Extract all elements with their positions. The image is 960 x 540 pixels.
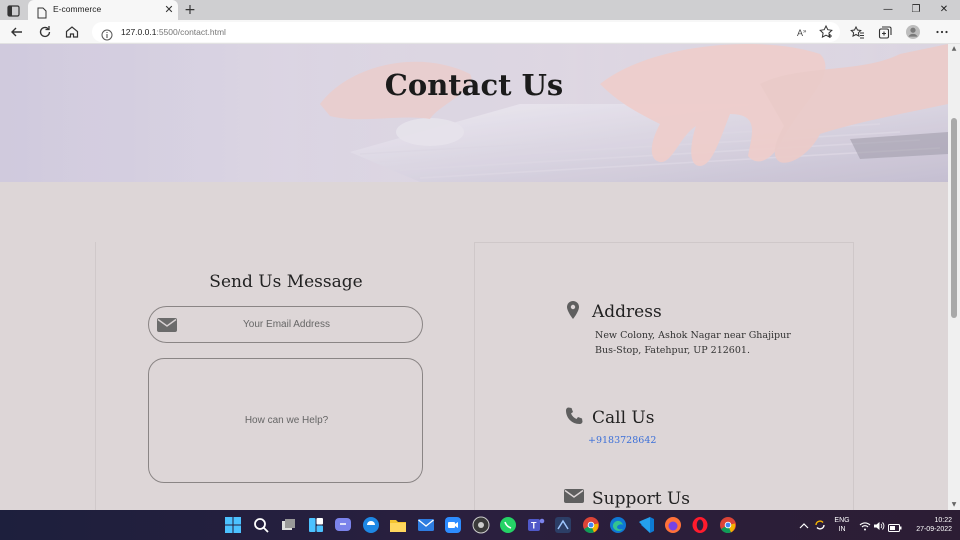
chrome-icon[interactable] xyxy=(582,516,600,534)
read-aloud-icon[interactable]: A» xyxy=(795,24,811,40)
back-icon[interactable] xyxy=(9,24,25,40)
start-icon[interactable] xyxy=(224,516,242,534)
edge-icon[interactable] xyxy=(609,516,627,534)
chrome-icon-2[interactable] xyxy=(719,516,737,534)
restore-button[interactable]: ❐ xyxy=(906,2,926,18)
hero-banner: Contact Us xyxy=(0,44,948,182)
tab-title: E-commerce xyxy=(53,4,102,14)
region-code: IN xyxy=(838,526,846,533)
battery-icon[interactable] xyxy=(888,520,902,532)
zoom-icon[interactable] xyxy=(444,516,462,534)
form-title: Send Us Message xyxy=(209,272,363,292)
new-tab-icon[interactable]: + xyxy=(183,2,197,18)
widgets-icon[interactable] xyxy=(307,516,325,534)
address-line-2: Bus-Stop, Fatehpur, UP 212601. xyxy=(595,345,750,356)
mail-icon[interactable] xyxy=(417,516,435,534)
more-menu-icon[interactable] xyxy=(934,24,950,40)
envelope-icon xyxy=(564,488,584,508)
language-code: ENG xyxy=(834,517,850,524)
address-line-1: New Colony, Ashok Nagar near Ghajipur xyxy=(595,330,791,341)
vscode-icon[interactable] xyxy=(637,516,655,534)
teams-icon[interactable]: T xyxy=(527,516,545,534)
task-view-icon[interactable] xyxy=(280,516,298,534)
contact-section: Send Us Message Your Email Address How c… xyxy=(0,182,948,510)
address-bar[interactable]: 127.0.0.1:5500/contact.html xyxy=(92,22,840,42)
sync-icon[interactable] xyxy=(813,518,827,532)
firefox-icon[interactable] xyxy=(664,516,682,534)
message-placeholder: How can we Help? xyxy=(244,415,329,426)
email-field[interactable]: Your Email Address xyxy=(148,306,423,343)
favorite-add-icon[interactable] xyxy=(818,24,834,40)
svg-text:T: T xyxy=(531,521,537,531)
tab-actions-icon[interactable] xyxy=(6,3,22,17)
window-close-button[interactable]: ✕ xyxy=(934,2,954,18)
phone-link[interactable]: +9183728642 xyxy=(588,435,656,446)
svg-text:»: » xyxy=(803,29,807,35)
browser-tab[interactable]: E-commerce ✕ xyxy=(28,0,178,20)
windows-taskbar: T ENG IN 10:22 27-09-2022 xyxy=(0,510,960,540)
chat-icon[interactable] xyxy=(334,516,352,534)
obs-icon[interactable] xyxy=(472,516,490,534)
favorites-icon[interactable] xyxy=(849,24,865,40)
search-icon[interactable] xyxy=(252,516,270,534)
page-scrollbar[interactable]: ▲ ▼ xyxy=(948,44,960,510)
call-heading: Call Us xyxy=(592,408,655,428)
opera-icon[interactable] xyxy=(691,516,709,534)
chevron-up-icon[interactable] xyxy=(798,519,810,531)
clock-time: 10:22 xyxy=(934,517,952,524)
browser-toolbar: 127.0.0.1:5500/contact.html A» xyxy=(0,20,960,44)
email-placeholder: Your Email Address xyxy=(243,319,330,330)
file-explorer-icon[interactable] xyxy=(389,516,407,534)
profile-avatar-icon[interactable] xyxy=(905,24,921,40)
scroll-up-icon[interactable]: ▲ xyxy=(950,46,958,52)
support-heading: Support Us xyxy=(592,489,691,509)
language-indicator[interactable]: ENG IN xyxy=(830,516,854,540)
refresh-icon[interactable] xyxy=(37,24,53,40)
keyboard-hands-image xyxy=(0,44,948,182)
site-info-icon[interactable] xyxy=(101,26,113,41)
address-text: 127.0.0.1:5500/contact.html xyxy=(121,27,226,37)
wifi-icon[interactable] xyxy=(859,519,871,531)
clock[interactable]: 10:22 27-09-2022 xyxy=(906,516,952,540)
whatsapp-icon[interactable] xyxy=(499,516,517,534)
url-path: :5500/contact.html xyxy=(156,27,226,37)
tab-bar: E-commerce ✕ + — ❐ ✕ xyxy=(0,0,960,20)
url-host: 127.0.0.1 xyxy=(121,27,157,37)
collections-icon[interactable] xyxy=(877,24,893,40)
contact-info-card: Address New Colony, Ashok Nagar near Gha… xyxy=(474,242,854,510)
volume-icon[interactable] xyxy=(873,519,885,531)
message-form: Send Us Message Your Email Address How c… xyxy=(95,242,475,510)
clock-date: 27-09-2022 xyxy=(916,526,952,533)
scroll-thumb[interactable] xyxy=(951,118,957,318)
message-textarea[interactable]: How can we Help? xyxy=(148,358,423,483)
scroll-down-icon[interactable]: ▼ xyxy=(950,502,958,508)
page-icon xyxy=(37,4,47,19)
home-icon[interactable] xyxy=(64,24,80,40)
phone-icon xyxy=(564,406,584,426)
page-title: Contact Us xyxy=(384,68,564,102)
map-pin-icon xyxy=(563,300,583,320)
address-heading: Address xyxy=(592,302,662,322)
tab-close-icon[interactable]: ✕ xyxy=(163,3,175,17)
edge-beta-icon[interactable] xyxy=(362,516,380,534)
minimize-button[interactable]: — xyxy=(878,2,898,18)
app-icon[interactable] xyxy=(554,516,572,534)
page-viewport: Contact Us Send Us Message Your Email Ad… xyxy=(0,44,948,510)
